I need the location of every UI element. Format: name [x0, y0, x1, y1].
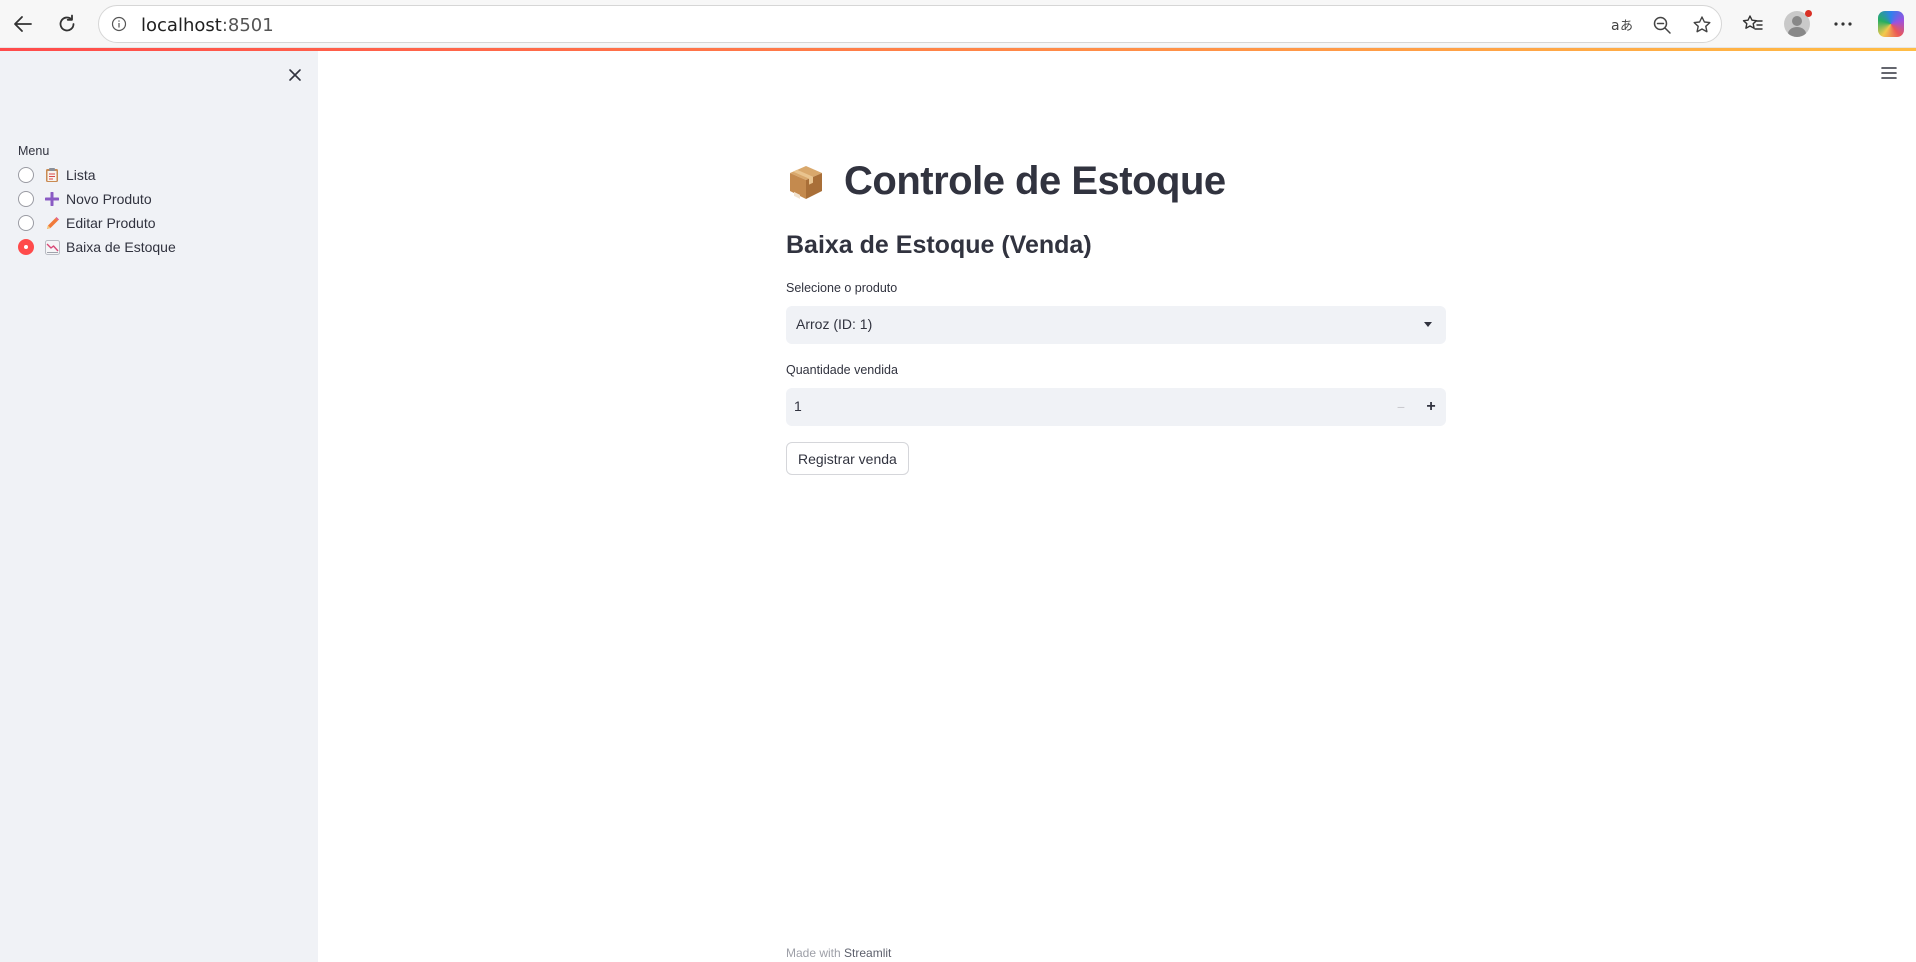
notification-dot — [1805, 10, 1812, 17]
close-sidebar-icon[interactable] — [284, 64, 306, 86]
quantity-input[interactable]: 1 − + — [786, 388, 1446, 426]
decrement-button[interactable]: − — [1386, 388, 1416, 426]
sidebar-item-novo-produto[interactable]: Novo Produto — [18, 187, 176, 211]
chart-decreasing-icon — [44, 239, 60, 255]
quantity-value: 1 — [794, 398, 802, 414]
product-select[interactable]: Arroz (ID: 1) — [786, 306, 1446, 344]
sidebar-item-lista[interactable]: Lista — [18, 163, 176, 187]
sidebar-item-label: Novo Produto — [66, 191, 152, 207]
plus-icon — [44, 191, 60, 207]
copilot-icon[interactable] — [1874, 7, 1908, 41]
quantity-label: Quantidade vendida — [786, 363, 898, 377]
sidebar-item-baixa-de-estoque[interactable]: Baixa de Estoque — [18, 235, 176, 259]
streamlit-link[interactable]: Streamlit — [844, 946, 891, 960]
pencil-icon — [44, 215, 60, 231]
sidebar-item-label: Baixa de Estoque — [66, 239, 176, 255]
sidebar-item-label: Editar Produto — [66, 215, 156, 231]
favorite-star-icon[interactable] — [1689, 12, 1715, 38]
profile-avatar[interactable] — [1780, 7, 1814, 41]
page-title-row: Controle de Estoque — [786, 159, 1226, 204]
sidebar-item-label: Lista — [66, 167, 96, 183]
radio-button[interactable] — [18, 191, 34, 207]
main-menu-icon[interactable] — [1878, 62, 1900, 84]
refresh-icon[interactable] — [50, 7, 84, 41]
increment-button[interactable]: + — [1416, 388, 1446, 426]
address-bar[interactable]: localhost:8501 aあ — [98, 5, 1722, 43]
menu-label: Menu — [18, 144, 50, 158]
radio-button[interactable] — [18, 167, 34, 183]
favorites-icon[interactable] — [1736, 7, 1770, 41]
product-select-label: Selecione o produto — [786, 281, 898, 295]
section-heading: Baixa de Estoque (Venda) — [786, 231, 1092, 259]
radio-button[interactable] — [18, 215, 34, 231]
svg-text:あ: あ — [1620, 19, 1633, 34]
register-sale-button[interactable]: Registrar venda — [786, 442, 909, 475]
url-text: localhost:8501 — [141, 15, 274, 36]
product-select-value: Arroz (ID: 1) — [796, 316, 873, 332]
package-icon — [786, 162, 826, 202]
chevron-down-icon — [1424, 322, 1432, 327]
clipboard-icon — [44, 167, 60, 183]
url-host: localhost — [141, 15, 222, 36]
sidebar: Menu Lista Novo Produto Editar Produto B… — [0, 51, 318, 962]
more-options-icon[interactable] — [1826, 7, 1860, 41]
footer-made-with: Made with — [786, 946, 841, 960]
radio-button-selected[interactable] — [18, 239, 34, 255]
site-info-icon[interactable] — [109, 14, 129, 34]
page-title: Controle de Estoque — [844, 159, 1226, 203]
url-port: :8501 — [221, 15, 274, 36]
footer: Made with Streamlit — [786, 946, 891, 960]
browser-toolbar: localhost:8501 aあ — [0, 0, 1916, 48]
read-aloud-icon[interactable]: aあ — [1609, 12, 1635, 38]
menu-radio-group: Lista Novo Produto Editar Produto Baixa … — [18, 163, 176, 259]
zoom-out-icon[interactable] — [1649, 12, 1675, 38]
svg-text:a: a — [1611, 18, 1620, 34]
sidebar-item-editar-produto[interactable]: Editar Produto — [18, 211, 176, 235]
back-icon[interactable] — [6, 7, 40, 41]
